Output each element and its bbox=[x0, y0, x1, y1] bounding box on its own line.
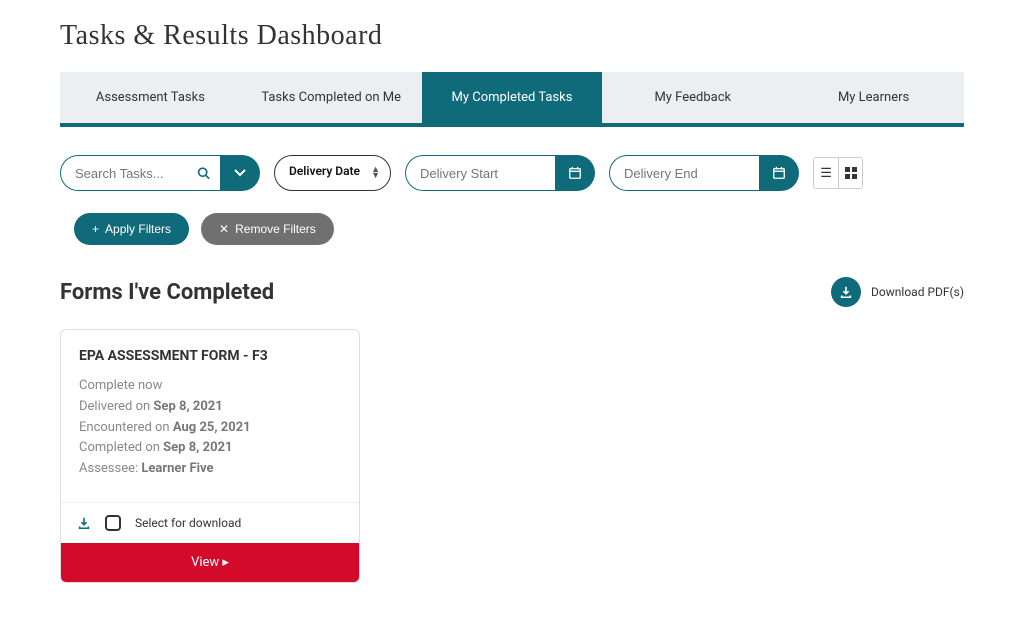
tab-assessment-tasks[interactable]: Assessment Tasks bbox=[60, 72, 241, 123]
download-icon[interactable] bbox=[77, 516, 91, 530]
download-pdfs-label: Download PDF(s) bbox=[871, 285, 964, 299]
list-icon: ☰ bbox=[820, 166, 832, 181]
page-title: Tasks & Results Dashboard bbox=[60, 20, 964, 52]
delivery-date-label: Delivery Date bbox=[289, 164, 360, 178]
view-toggle: ☰ bbox=[813, 157, 863, 189]
section-header: Forms I've Completed Download PDF(s) bbox=[60, 277, 964, 307]
card-status: Complete now bbox=[79, 376, 341, 397]
search-dropdown-button[interactable] bbox=[220, 155, 260, 191]
calendar-icon bbox=[772, 166, 786, 180]
select-for-download-checkbox[interactable] bbox=[105, 515, 121, 531]
delivery-start-calendar-button[interactable] bbox=[555, 155, 595, 191]
form-card: EPA ASSESSMENT FORM - F3 Complete now De… bbox=[60, 329, 360, 583]
delivery-date-select[interactable]: Delivery Date ▲▼ bbox=[274, 155, 391, 191]
remove-filters-label: Remove Filters bbox=[235, 222, 316, 236]
card-body: EPA ASSESSMENT FORM - F3 Complete now De… bbox=[61, 330, 359, 502]
tab-my-completed-tasks[interactable]: My Completed Tasks bbox=[422, 72, 603, 123]
card-assessee: Assessee: Learner Five bbox=[79, 459, 341, 480]
tab-my-learners[interactable]: My Learners bbox=[783, 72, 964, 123]
grid-icon bbox=[845, 167, 857, 179]
delivery-end-input[interactable] bbox=[609, 155, 759, 191]
view-list-button[interactable]: ☰ bbox=[814, 158, 838, 188]
apply-filters-label: Apply Filters bbox=[105, 222, 171, 236]
filter-actions-row: + Apply Filters ✕ Remove Filters bbox=[60, 213, 964, 245]
download-pdfs-button[interactable]: Download PDF(s) bbox=[831, 277, 964, 307]
card-delivered: Delivered on Sep 8, 2021 bbox=[79, 397, 341, 418]
search-input[interactable] bbox=[60, 155, 220, 191]
tab-bar: Assessment Tasks Tasks Completed on Me M… bbox=[60, 72, 964, 127]
card-completed: Completed on Sep 8, 2021 bbox=[79, 438, 341, 459]
card-title: EPA ASSESSMENT FORM - F3 bbox=[79, 348, 341, 364]
search-icon bbox=[197, 167, 210, 180]
select-for-download-label: Select for download bbox=[135, 516, 241, 530]
search-group bbox=[60, 155, 260, 191]
remove-filters-button[interactable]: ✕ Remove Filters bbox=[201, 213, 334, 245]
card-encountered: Encountered on Aug 25, 2021 bbox=[79, 418, 341, 439]
tab-my-feedback[interactable]: My Feedback bbox=[602, 72, 783, 123]
section-title: Forms I've Completed bbox=[60, 280, 274, 305]
plus-icon: + bbox=[92, 222, 99, 236]
card-footer: Select for download bbox=[61, 502, 359, 543]
view-button[interactable]: View ▸ bbox=[61, 543, 359, 582]
download-icon bbox=[831, 277, 861, 307]
close-icon: ✕ bbox=[219, 222, 229, 236]
select-arrows-icon: ▲▼ bbox=[371, 167, 380, 179]
delivery-start-group bbox=[405, 155, 595, 191]
delivery-end-calendar-button[interactable] bbox=[759, 155, 799, 191]
filters-row: Delivery Date ▲▼ ☰ bbox=[60, 155, 964, 191]
apply-filters-button[interactable]: + Apply Filters bbox=[74, 213, 189, 245]
calendar-icon bbox=[568, 166, 582, 180]
delivery-end-group bbox=[609, 155, 799, 191]
delivery-start-input[interactable] bbox=[405, 155, 555, 191]
tab-tasks-completed-on-me[interactable]: Tasks Completed on Me bbox=[241, 72, 422, 123]
view-grid-button[interactable] bbox=[838, 158, 862, 188]
